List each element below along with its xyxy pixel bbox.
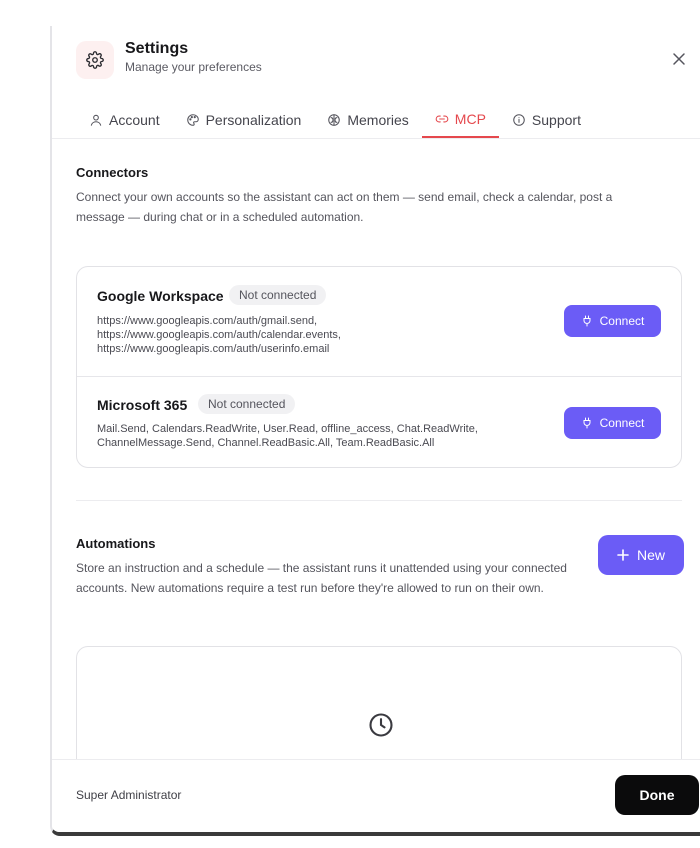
link-icon xyxy=(435,115,449,123)
palette-icon xyxy=(186,114,199,126)
connectors-description: Connect your own accounts so the assista… xyxy=(76,190,613,224)
automations-description: Store an instruction and a schedule — th… xyxy=(76,561,567,595)
automations-title: Automations xyxy=(76,536,156,551)
connector-google-workspace: Google Workspace Not connected https://w… xyxy=(77,267,681,377)
connector-name: Google Workspace xyxy=(97,288,224,304)
tab-memories[interactable]: Memories xyxy=(314,102,421,138)
user-icon xyxy=(90,114,102,126)
mcp-panel: Connectors Connect your own accounts so … xyxy=(52,139,700,759)
connect-google-button[interactable]: Connect xyxy=(564,305,661,337)
connector-scopes: Mail.Send, Calendars.ReadWrite, User.Rea… xyxy=(97,423,478,449)
button-label: Connect xyxy=(599,314,645,328)
plug-icon xyxy=(583,417,591,429)
tab-label: Memories xyxy=(347,112,409,128)
settings-tabs: Account Personalization Memories MCP Sup… xyxy=(76,102,594,138)
tab-label: Personalization xyxy=(205,112,302,128)
settings-dialog: Settings Manage your preferences Account… xyxy=(50,26,700,836)
connector-name: Microsoft 365 xyxy=(97,397,188,413)
plug-icon xyxy=(583,315,591,327)
dialog-header: Settings Manage your preferences Account… xyxy=(52,26,700,139)
tab-support[interactable]: Support xyxy=(499,102,594,138)
clock-icon xyxy=(369,713,393,737)
tab-account[interactable]: Account xyxy=(76,102,173,138)
done-button[interactable]: Done xyxy=(615,775,699,815)
brain-icon xyxy=(328,114,341,126)
connectors-title: Connectors xyxy=(76,165,149,180)
tab-personalization[interactable]: Personalization xyxy=(173,102,315,138)
connector-scopes: https://www.googleapis.com/auth/gmail.se… xyxy=(97,315,341,355)
button-label: Connect xyxy=(599,416,645,430)
button-label: New xyxy=(636,547,665,563)
tab-label: Support xyxy=(531,112,581,128)
close-button[interactable] xyxy=(666,46,692,72)
automations-empty-card xyxy=(76,646,682,759)
status-badge: Not connected xyxy=(198,394,296,414)
tab-label: Account xyxy=(109,112,160,128)
info-icon xyxy=(513,114,525,126)
connector-microsoft-365: Microsoft 365 Not connected Mail.Send, C… xyxy=(77,377,681,467)
new-automation-button[interactable]: New xyxy=(598,535,684,575)
tab-label: MCP xyxy=(454,111,486,127)
close-icon xyxy=(673,53,685,65)
dialog-subtitle: Manage your preferences xyxy=(125,60,262,74)
connect-microsoft-button[interactable]: Connect xyxy=(564,407,661,439)
dialog-title: Settings xyxy=(125,40,189,57)
dialog-footer: Super Administrator Done xyxy=(52,759,700,832)
plus-icon xyxy=(617,549,629,561)
connectors-card: Google Workspace Not connected https://w… xyxy=(76,266,682,468)
current-user: Super Administrator xyxy=(76,788,182,802)
status-badge: Not connected xyxy=(229,285,327,305)
section-divider xyxy=(76,500,682,501)
tab-mcp[interactable]: MCP xyxy=(421,102,499,138)
settings-gear-icon xyxy=(76,41,114,79)
